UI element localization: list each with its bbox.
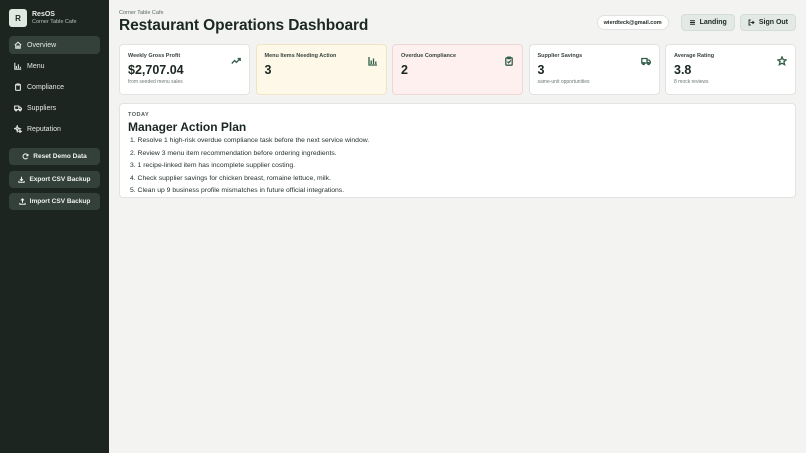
main-content: Corner Table Cafe Restaurant Operations … <box>109 0 806 453</box>
trending-up-icon <box>231 57 241 64</box>
bar-chart-icon <box>367 57 377 66</box>
export-csv-button[interactable]: Export CSV Backup <box>9 170 100 188</box>
sidebar-nav: Overview Menu Compliance Suppliers Reput… <box>9 36 100 141</box>
card-label: Weekly Gross Profit <box>128 53 181 59</box>
card-note: same-unit opportunities <box>537 79 590 85</box>
landing-button[interactable]: Landing <box>680 14 735 31</box>
sidebar-item-label: Overview <box>27 41 57 49</box>
brand: R ResOS Corner Table Cafe <box>9 9 77 27</box>
list-item: 3. 1 recipe-linked item has incomplete s… <box>130 162 296 170</box>
refresh-icon <box>22 153 29 160</box>
brand-logo: R <box>9 9 27 27</box>
list-item: 4. Check supplier savings for chicken br… <box>130 174 331 182</box>
card-value: 3 <box>537 63 545 77</box>
card-value: 3.8 <box>674 63 692 77</box>
sidebar-item-menu[interactable]: Menu <box>9 57 100 75</box>
card-note: 8 mock reviews <box>674 79 709 85</box>
sparkle-icon <box>14 125 22 133</box>
card-value: $2,707.04 <box>128 63 184 77</box>
stat-card-gross-profit: Weekly Gross Profit $2,707.04 from seede… <box>119 44 250 95</box>
stat-card-average-rating: Average Rating 3.8 8 mock reviews <box>665 44 796 95</box>
list-item: 5. Clean up 9 business profile mismatche… <box>130 187 345 195</box>
clipboard-check-icon <box>505 56 513 66</box>
sidebar: R ResOS Corner Table Cafe Overview Menu … <box>0 0 109 453</box>
sign-out-icon <box>748 19 755 26</box>
download-icon <box>18 176 26 183</box>
card-value: 3 <box>264 63 272 77</box>
manager-action-plan: TODAY Manager Action Plan 1. Resolve 1 h… <box>119 103 796 198</box>
page-subtitle: Corner Table Cafe <box>119 10 164 16</box>
sidebar-actions: Reset Demo Data Export CSV Backup Import… <box>9 148 100 216</box>
plan-title: Manager Action Plan <box>128 120 247 134</box>
sidebar-item-compliance[interactable]: Compliance <box>9 78 100 96</box>
stat-card-menu-items: Menu Items Needing Action 3 <box>255 44 387 95</box>
star-icon <box>776 55 788 67</box>
reset-demo-button[interactable]: Reset Demo Data <box>9 148 100 165</box>
card-label: Average Rating <box>674 53 715 59</box>
sign-out-button[interactable]: Sign Out <box>739 14 796 31</box>
home-icon <box>14 41 22 49</box>
sidebar-item-label: Compliance <box>27 83 64 91</box>
card-label: Supplier Savings <box>537 53 583 59</box>
truck-icon <box>640 57 651 66</box>
clipboard-icon <box>15 83 21 91</box>
sidebar-item-label: Suppliers <box>27 104 57 112</box>
sidebar-item-suppliers[interactable]: Suppliers <box>9 99 100 117</box>
stat-card-supplier-savings: Supplier Savings 3 same-unit opportuniti… <box>528 44 660 95</box>
plan-list: 1. Resolve 1 high-risk overdue complianc… <box>128 135 787 198</box>
upload-icon <box>19 198 26 205</box>
card-note: from seeded menu sales <box>128 79 183 85</box>
import-csv-button[interactable]: Import CSV Backup <box>9 193 100 210</box>
truck-icon <box>14 105 22 112</box>
brand-restaurant: Corner Table Cafe <box>32 18 77 25</box>
stat-card-overdue-compliance: Overdue Compliance 2 <box>392 44 523 95</box>
brand-name: ResOS <box>32 10 55 18</box>
top-bar: wierdteck@gmail.com Landing Sign Out <box>596 14 796 31</box>
sidebar-item-overview[interactable]: Overview <box>9 36 100 54</box>
sidebar-item-label: Reputation <box>27 125 61 133</box>
card-label: Overdue Compliance <box>401 53 457 59</box>
sidebar-item-label: Menu <box>27 62 45 70</box>
sidebar-item-reputation[interactable]: Reputation <box>9 120 100 138</box>
menu-lines-icon <box>689 20 695 25</box>
list-item: 1. Resolve 1 high-risk overdue complianc… <box>130 137 370 144</box>
bar-chart-icon <box>14 62 22 70</box>
plan-eyebrow: TODAY <box>128 112 150 118</box>
stats-cards: Weekly Gross Profit $2,707.04 from seede… <box>119 44 796 95</box>
card-label: Menu Items Needing Action <box>264 53 337 59</box>
user-email: wierdteck@gmail.com <box>596 15 669 30</box>
page-title: Restaurant Operations Dashboard <box>119 17 369 34</box>
card-value: 2 <box>401 63 408 77</box>
list-item: 2. Review 3 menu item recommendation bef… <box>130 149 337 157</box>
